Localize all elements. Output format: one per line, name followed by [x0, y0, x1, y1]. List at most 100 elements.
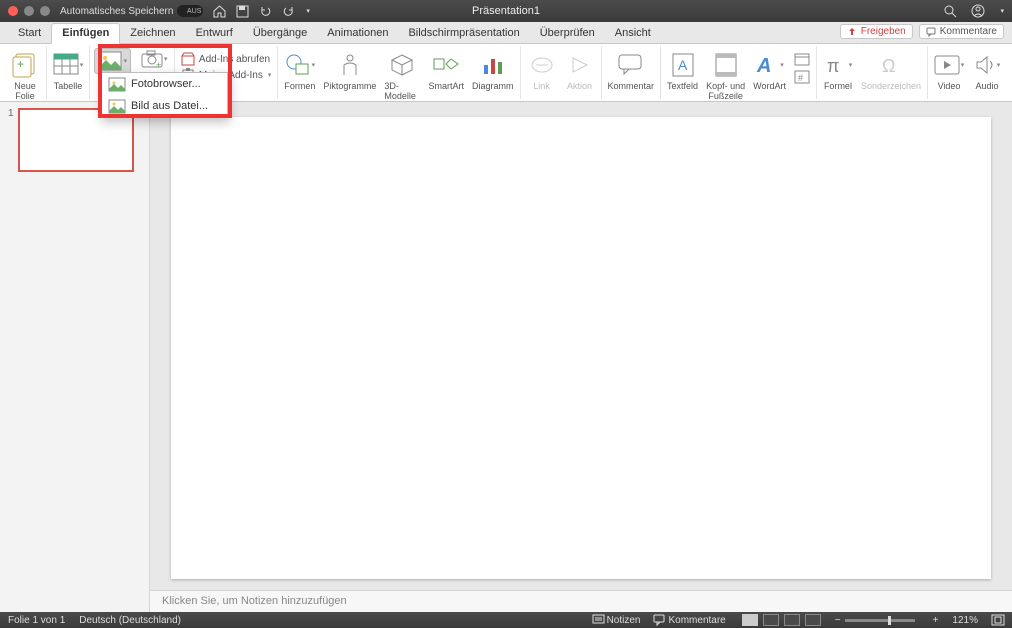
tab-ansicht[interactable]: Ansicht [605, 24, 661, 43]
undo-icon[interactable] [259, 5, 272, 18]
symbol-label: Sonderzeichen [861, 81, 921, 91]
status-bar: Folie 1 von 1 Deutsch (Deutschland) Noti… [0, 612, 1012, 628]
search-icon[interactable] [943, 4, 957, 18]
table-label: Tabelle [54, 81, 83, 91]
chart-button[interactable]: Diagramm [472, 48, 514, 91]
table-button[interactable]: ▾ Tabelle [53, 48, 83, 91]
zoom-slider[interactable] [845, 619, 915, 622]
tab-zeichnen[interactable]: Zeichnen [120, 24, 185, 43]
bild-aus-datei-item[interactable]: Bild aus Datei... [101, 95, 227, 117]
quick-access-toolbar: ▾ [213, 5, 310, 18]
action-button: Aktion [565, 48, 595, 91]
notes-toggle[interactable]: Notizen [593, 615, 641, 626]
smartart-label: SmartArt [428, 81, 464, 91]
window-controls [8, 6, 50, 16]
slide-number-icon[interactable]: # [794, 70, 810, 84]
svg-text:π: π [827, 56, 839, 76]
tab-animationen[interactable]: Animationen [317, 24, 398, 43]
tab-ueberpruefen[interactable]: Überprüfen [530, 24, 605, 43]
shapes-button[interactable]: ▾Formen [284, 48, 315, 91]
tab-bildschirmpraesentation[interactable]: Bildschirmpräsentation [398, 24, 529, 43]
work-area: 1 Klicken Sie, um Notizen hinzuzufügen [0, 102, 1012, 612]
redo-icon[interactable] [282, 5, 295, 18]
qat-dropdown-icon[interactable]: ▾ [306, 7, 310, 15]
thumbnail-number: 1 [8, 108, 14, 172]
smartart-button[interactable]: SmartArt [428, 48, 464, 91]
get-addins-button[interactable]: Add-Ins abrufen [181, 52, 271, 66]
new-slide-button[interactable]: + Neue Folie [10, 48, 40, 101]
equation-icon: π [824, 53, 848, 77]
zoom-out-button[interactable]: − [835, 615, 841, 626]
comment-button[interactable]: Kommentar [608, 48, 655, 91]
group-table: ▾ Tabelle [47, 46, 90, 99]
textbox-button[interactable]: ATextfeld [667, 48, 698, 91]
shapes-icon [285, 53, 311, 77]
autosave-switch-icon[interactable]: AUS [177, 5, 203, 17]
equation-button[interactable]: π▾Formel [823, 48, 853, 91]
svg-text:A: A [678, 57, 688, 73]
date-icon[interactable] [794, 52, 810, 66]
slide-counter: Folie 1 von 1 [8, 615, 65, 626]
store-icon [181, 52, 195, 66]
notes-icon [593, 615, 604, 625]
tab-start[interactable]: Start [8, 24, 51, 43]
icons-button[interactable]: Piktogramme [323, 48, 376, 91]
comments-label: Kommentare [940, 26, 997, 37]
headerfooter-button[interactable]: Kopf- und Fußzeile [706, 48, 745, 101]
link-label: Link [533, 81, 550, 91]
zoom-in-button[interactable]: + [933, 615, 939, 626]
symbol-button: Ω Sonderzeichen [861, 48, 921, 91]
account-icon[interactable] [971, 4, 985, 18]
tab-einfuegen[interactable]: Einfügen [51, 23, 120, 44]
comments-toggle-label: Kommentare [668, 615, 725, 626]
get-addins-label: Add-Ins abrufen [199, 54, 270, 65]
audio-icon [974, 54, 996, 76]
reading-view-button[interactable] [784, 614, 800, 626]
share-button[interactable]: Freigeben [840, 24, 913, 39]
notes-pane[interactable]: Klicken Sie, um Notizen hinzuzufügen [150, 590, 1012, 612]
action-label: Aktion [567, 81, 592, 91]
save-icon[interactable] [236, 5, 249, 18]
slide-canvas[interactable] [171, 117, 991, 579]
headerfooter-icon [715, 53, 737, 77]
pictures-button[interactable]: ▾ [94, 48, 131, 74]
slide-editor[interactable] [150, 102, 1012, 590]
models-button[interactable]: 3D-Modelle [384, 48, 420, 101]
document-title: Präsentation1 [472, 5, 540, 17]
group-symbols: π▾Formel Ω Sonderzeichen [817, 46, 928, 99]
language-indicator[interactable]: Deutsch (Deutschland) [79, 615, 181, 626]
close-window-icon[interactable] [8, 6, 18, 16]
audio-button[interactable]: ▾Audio [972, 48, 1002, 91]
sorter-view-button[interactable] [763, 614, 779, 626]
screenshot-button[interactable]: + ▾ [139, 48, 170, 70]
group-links: Link Aktion [521, 46, 602, 99]
video-button[interactable]: ▾Video [934, 48, 964, 91]
account-dropdown-icon[interactable]: ▾ [1000, 7, 1004, 15]
camera-icon: + [141, 50, 163, 68]
video-icon [934, 55, 960, 75]
fotobrowser-item[interactable]: Fotobrowser... [101, 73, 227, 95]
minimize-window-icon[interactable] [24, 6, 34, 16]
zoom-percentage[interactable]: 121% [952, 615, 978, 626]
home-icon[interactable] [213, 5, 226, 18]
zoom-window-icon[interactable] [40, 6, 50, 16]
autosave-toggle[interactable]: Automatisches Speichern AUS [60, 5, 203, 17]
tabs-right: Freigeben Kommentare [840, 24, 1004, 39]
comments-toggle[interactable]: Kommentare [654, 615, 725, 626]
shapes-label: Formen [284, 81, 315, 91]
wordart-button[interactable]: A▾WordArt [753, 48, 786, 91]
normal-view-button[interactable] [742, 614, 758, 626]
tab-entwurf[interactable]: Entwurf [186, 24, 243, 43]
tab-uebergaenge[interactable]: Übergänge [243, 24, 317, 43]
autosave-state: AUS [187, 8, 201, 15]
comment-icon [926, 27, 936, 37]
slideshow-view-button[interactable] [805, 614, 821, 626]
comments-button[interactable]: Kommentare [919, 24, 1004, 39]
notes-toggle-label: Notizen [607, 615, 641, 626]
comments-status-icon [654, 615, 665, 625]
new-slide-icon: + [12, 52, 38, 78]
fit-to-window-button[interactable] [992, 615, 1004, 625]
svg-text:Ω: Ω [882, 56, 895, 76]
comment-label: Kommentar [608, 81, 655, 91]
audio-label: Audio [975, 81, 998, 91]
